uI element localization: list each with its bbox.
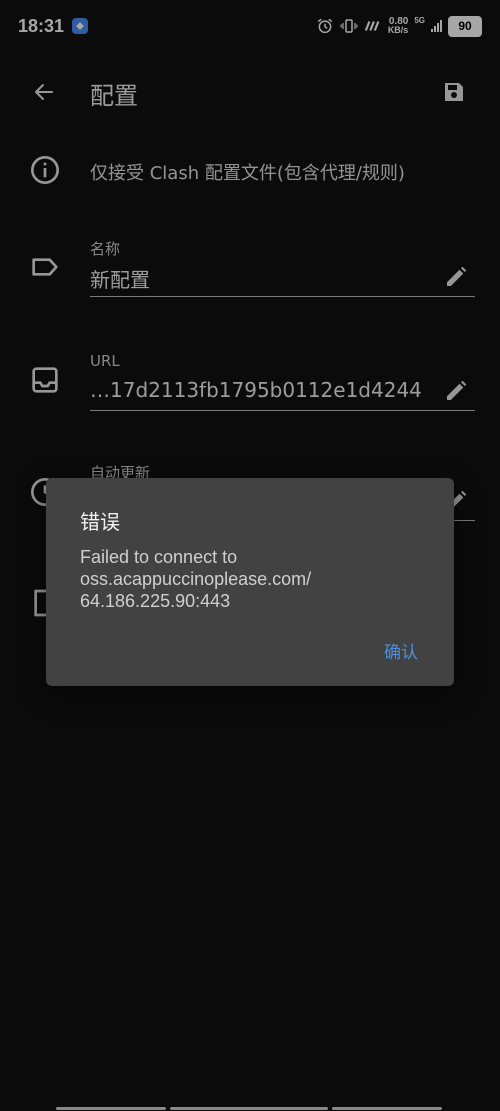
nav-indicator-left [56,1107,166,1110]
nav-indicator-right [332,1107,442,1110]
dialog-title: 错误 [80,510,120,534]
error-dialog: 错误 Failed to connect to oss.acappuccinop… [46,478,454,686]
dialog-message: Failed to connect to oss.acappuccinoplea… [80,547,312,611]
nav-indicator-center[interactable] [170,1107,328,1110]
navigation-bar [0,1105,500,1111]
confirm-button[interactable]: 确认 [384,638,418,663]
screen: 18:31 0.80 KB/s 5G 90 配置 仅接受 Clash 配置文件(… [0,0,500,1111]
